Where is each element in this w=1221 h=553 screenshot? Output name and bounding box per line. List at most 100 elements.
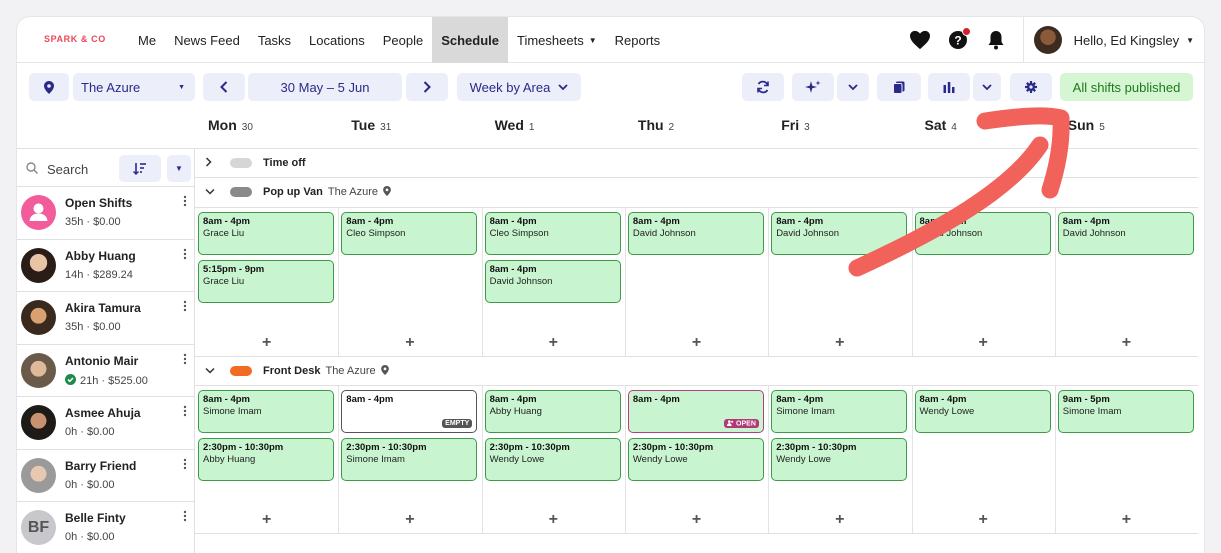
person-row[interactable]: Open Shifts 35h · $0.00 <box>17 187 194 240</box>
chevron-right-icon[interactable] <box>205 156 212 170</box>
add-shift-button[interactable]: + <box>687 334 707 352</box>
add-shift-button[interactable]: + <box>400 511 420 529</box>
brand-logo[interactable]: SPARK & CO <box>44 34 106 44</box>
shift-time: 8am - 4pm <box>776 216 824 227</box>
shift-card[interactable]: 8am - 4pm David Johnson <box>1057 212 1194 255</box>
chevron-down-icon[interactable] <box>205 187 215 198</box>
location-select[interactable]: The Azure ▼ <box>73 73 195 101</box>
add-shift-button[interactable]: + <box>1116 334 1136 352</box>
area-location: The Azure <box>325 365 376 377</box>
nav-me[interactable]: Me <box>129 17 165 63</box>
add-shift-button[interactable]: + <box>257 334 277 352</box>
shift-card[interactable]: 8am - 4pm EMPTY <box>341 390 478 433</box>
shift-card[interactable]: 8am - 4pm Cleo Simpson <box>484 212 621 255</box>
nav-tasks[interactable]: Tasks <box>249 17 300 63</box>
add-shift-button[interactable]: + <box>1116 511 1136 529</box>
column-divider <box>338 207 340 356</box>
person-row[interactable]: Abby Huang 14h · $289.24 <box>17 240 194 292</box>
add-shift-button[interactable]: + <box>257 511 277 529</box>
more-vertical-icon[interactable] <box>183 300 187 312</box>
person-row[interactable]: Asmee Ahuja 0h · $0.00 <box>17 397 194 450</box>
day-number: 31 <box>380 122 392 133</box>
shift-card[interactable]: 8am - 4pm David Johnson <box>771 212 908 255</box>
more-vertical-icon[interactable] <box>183 195 187 207</box>
nav-timesheets[interactable]: Timesheets ▼ <box>508 17 606 63</box>
add-shift-button[interactable]: + <box>830 334 850 352</box>
shifts-published-status[interactable]: All shifts published <box>1060 73 1193 101</box>
user-menu[interactable]: Hello, Ed Kingsley ▼ <box>1022 17 1204 63</box>
add-shift-button[interactable]: + <box>543 334 563 352</box>
area-row-front-desk[interactable]: Front Desk The Azure <box>195 357 1198 385</box>
add-shift-button[interactable]: + <box>830 511 850 529</box>
shift-card[interactable]: 8am - 4pm Abby Huang <box>484 390 621 433</box>
area-row-pop-up-van[interactable]: Pop up Van The Azure <box>195 178 1198 206</box>
more-vertical-icon[interactable] <box>183 405 187 417</box>
day-header-thu: Thu 2 <box>625 117 768 147</box>
shift-card[interactable]: 8am - 4pm Wendy Lowe <box>914 390 1051 433</box>
add-shift-button[interactable]: + <box>400 334 420 352</box>
bell-icon[interactable] <box>977 17 1015 63</box>
refresh-button[interactable] <box>742 73 784 101</box>
search-input[interactable]: Search <box>47 162 88 177</box>
view-select[interactable]: Week by Area <box>457 73 581 101</box>
nav-schedule[interactable]: Schedule <box>432 17 508 63</box>
auto-schedule-dropdown[interactable] <box>837 73 869 101</box>
shift-card[interactable]: 5:15pm - 9pm Grace Liu <box>198 260 334 303</box>
shift-card[interactable]: 2:30pm - 10:30pm Wendy Lowe <box>484 438 621 481</box>
templates-button[interactable] <box>877 73 921 101</box>
shift-card[interactable]: 8am - 4pm OPEN <box>627 390 764 433</box>
prev-week-button[interactable] <box>203 73 245 101</box>
day-number: 3 <box>804 122 810 133</box>
sort-button[interactable] <box>119 155 161 182</box>
more-vertical-icon[interactable] <box>183 458 187 470</box>
chevron-down-icon[interactable] <box>205 366 215 377</box>
person-name: Akira Tamura <box>65 301 141 315</box>
nav-news-feed[interactable]: News Feed <box>165 17 249 63</box>
shift-card[interactable]: 2:30pm - 10:30pm Simone Imam <box>341 438 478 481</box>
person-info-text: 35h · $0.00 <box>65 216 121 228</box>
person-row[interactable]: Akira Tamura 35h · $0.00 <box>17 292 194 345</box>
settings-button[interactable] <box>1010 73 1052 101</box>
avatar <box>21 195 56 230</box>
shift-time: 2:30pm - 10:30pm <box>632 442 714 453</box>
next-week-button[interactable] <box>406 73 448 101</box>
location-pin-button[interactable] <box>29 73 69 101</box>
people-list: Open Shifts 35h · $0.00 Abby Huang 14h · $2… <box>17 187 194 553</box>
stats-button[interactable] <box>928 73 970 101</box>
stats-dropdown[interactable] <box>973 73 1001 101</box>
shift-time: 2:30pm - 10:30pm <box>489 442 570 453</box>
more-vertical-icon[interactable] <box>183 510 187 522</box>
date-range[interactable]: 30 May – 5 Jun <box>248 73 402 101</box>
nav-locations[interactable]: Locations <box>300 17 374 63</box>
shift-card[interactable]: 8am - 4pm Grace Liu <box>198 212 334 255</box>
add-shift-button[interactable]: + <box>973 334 993 352</box>
nav-people[interactable]: People <box>374 17 432 63</box>
nav-label: Locations <box>309 32 365 48</box>
shift-card[interactable]: 8am - 4pm Simone Imam <box>771 390 908 433</box>
sort-dropdown[interactable]: ▼ <box>167 155 191 182</box>
auto-schedule-button[interactable] <box>792 73 834 101</box>
add-shift-button[interactable]: + <box>973 511 993 529</box>
shift-card[interactable]: 9am - 5pm Simone Imam <box>1057 390 1194 433</box>
shift-card[interactable]: 8am - 4pm David Johnson <box>627 212 764 255</box>
shift-employee: Abby Huang <box>489 406 542 417</box>
shift-card[interactable]: 8am - 4pm Simone Imam <box>198 390 334 433</box>
heart-icon[interactable] <box>901 17 939 63</box>
add-shift-button[interactable]: + <box>543 511 563 529</box>
shift-card[interactable]: 8am - 4pm Cleo Simpson <box>341 212 478 255</box>
help-icon[interactable]: ? <box>939 17 977 63</box>
add-shift-button[interactable]: + <box>687 511 707 529</box>
shift-card[interactable]: 2:30pm - 10:30pm Abby Huang <box>198 438 334 481</box>
shift-card[interactable]: 2:30pm - 10:30pm Wendy Lowe <box>771 438 908 481</box>
person-row[interactable]: Antonio Mair 21h · $525.00 <box>17 345 194 397</box>
person-row[interactable]: BF Belle Finty 0h · $0.00 <box>17 502 194 553</box>
shift-card[interactable]: 8am - 4pm David Johnson <box>484 260 621 303</box>
nav-reports[interactable]: Reports <box>606 17 670 63</box>
more-vertical-icon[interactable] <box>183 248 187 260</box>
area-row-time-off[interactable]: Time off <box>195 149 1198 177</box>
nav-label: Schedule <box>441 32 499 48</box>
shift-card[interactable]: 2:30pm - 10:30pm Wendy Lowe <box>627 438 764 481</box>
shift-card[interactable]: 8am - 4pm David Johnson <box>914 212 1051 255</box>
more-vertical-icon[interactable] <box>183 353 187 365</box>
person-row[interactable]: Barry Friend 0h · $0.00 <box>17 450 194 502</box>
